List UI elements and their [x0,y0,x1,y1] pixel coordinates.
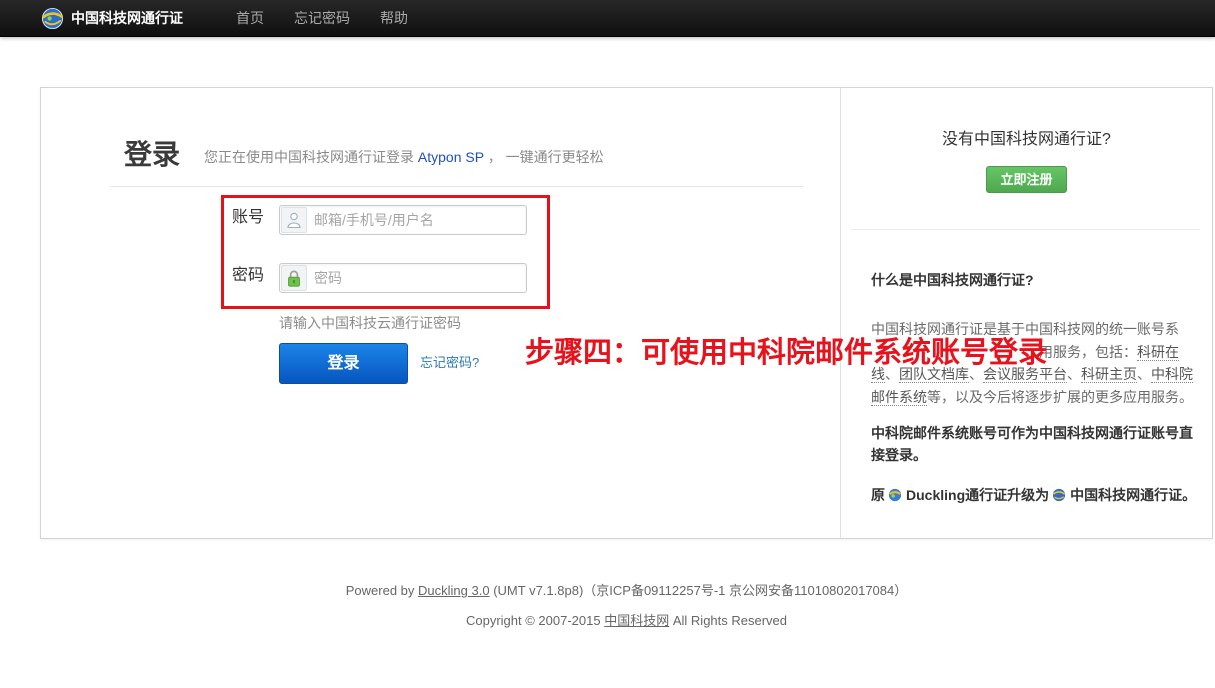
separator: 、 [1137,366,1151,382]
cas-mail-note-line: 接登录。 [871,447,927,463]
footer-powered-line: Powered by Duckling 3.0 (UMT v7.1.8p8)（京… [40,576,1213,606]
link-cas-mail[interactable]: 中科院 [1151,366,1193,383]
about-line: 邮件系统等，以及今后将逐步扩展的更多应用服务。 [871,386,1193,409]
link-research-homepage[interactable]: 科研主页 [1081,366,1137,383]
account-input[interactable] [314,207,526,233]
account-field[interactable] [279,205,527,235]
password-input[interactable] [314,265,526,291]
page-title: 登录 [124,139,181,170]
brand-name: 中国科技网通行证 [71,10,183,26]
service-provider-name: Atypon SP [417,149,484,165]
about-text-segment: 用服务，包括： [1039,343,1137,360]
link-research-online[interactable]: 科研在 [1137,343,1179,361]
upgrade-note: 原 Duckling通行证升级为 中国科技网通行证。 [871,484,1196,506]
lock-icon [281,265,307,291]
register-button[interactable]: 立即注册 [986,166,1067,193]
user-icon [281,207,307,233]
duckling-link[interactable]: Duckling 3.0 [418,583,490,598]
separator: 、 [1067,366,1081,382]
footer-powered-prefix: Powered by [345,583,415,598]
nav-item-help[interactable]: 帮助 [380,8,408,28]
upgrade-prefix: 原 [871,487,885,503]
title-divider [110,186,803,187]
footer: Powered by Duckling 3.0 (UMT v7.1.8p8)（京… [40,576,1213,636]
footer-copyright-prefix: Copyright © 2007-2015 [465,613,601,628]
login-subtitle: 您正在使用中国科技网通行证登录 Atypon SP ， 一键通行更轻松 [204,147,604,167]
account-label: 账号 [232,209,265,226]
cas-mail-note: 中科院邮件系统账号可作为中国科技网通行证账号直 接登录。 [871,422,1193,466]
password-hint: 请输入中国科技云通行证密码 [279,315,461,331]
upgrade-new-name: 中国科技网通行证。 [1070,487,1197,503]
top-navbar: 中国科技网通行证 首页 忘记密码 帮助 [0,0,1215,37]
footer-powered-suffix: (UMT v7.1.8p8)（京ICP备09112257号-1 京公网安备110… [493,583,908,598]
about-text-segment: 等，以及今后将逐步扩展的更多应用服务。 [927,388,1193,405]
link-cas-mail[interactable]: 邮件系统 [871,388,927,406]
about-heading: 什么是中国科技网通行证? [871,272,1034,288]
forgot-password-link[interactable]: 忘记密码? [420,355,479,371]
cstnet-link[interactable]: 中国科技网 [604,613,669,628]
cas-mail-note-line: 中科院邮件系统账号可作为中国科技网通行证账号直 [871,425,1193,441]
duckling-logo-icon [888,488,902,502]
brand-link[interactable]: 中国科技网通行证 [41,6,183,30]
nav-item-home[interactable]: 首页 [236,8,264,28]
info-sidebar: 没有中国科技网通行证? 立即注册 什么是中国科技网通行证? 中国科技网通行证是基… [840,88,1212,538]
sidebar-divider [851,229,1200,230]
footer-copyright-line: Copyright © 2007-2015 中国科技网 All Rights R… [40,606,1213,636]
subtitle-prefix: 您正在使用中国科技网通行证登录 [204,149,414,165]
nav-item-forgot-password[interactable]: 忘记密码 [294,8,350,28]
password-field[interactable] [279,263,527,293]
footer-copyright-suffix: All Rights Reserved [672,613,788,628]
annotation-text: 步骤四：可使用中科院邮件系统账号登录 [525,337,1048,369]
no-account-heading: 没有中国科技网通行证? [942,131,1111,148]
upgrade-old-name: Duckling通行证升级为 [906,487,1050,503]
login-button[interactable]: 登录 [279,343,408,384]
subtitle-suffix: ， 一键通行更轻松 [487,149,604,165]
globe-logo-icon [41,7,64,29]
login-card: 登录 您正在使用中国科技网通行证登录 Atypon SP ， 一键通行更轻松 账… [40,87,1213,539]
globe-logo-icon [1052,488,1066,502]
password-label: 密码 [232,267,265,284]
